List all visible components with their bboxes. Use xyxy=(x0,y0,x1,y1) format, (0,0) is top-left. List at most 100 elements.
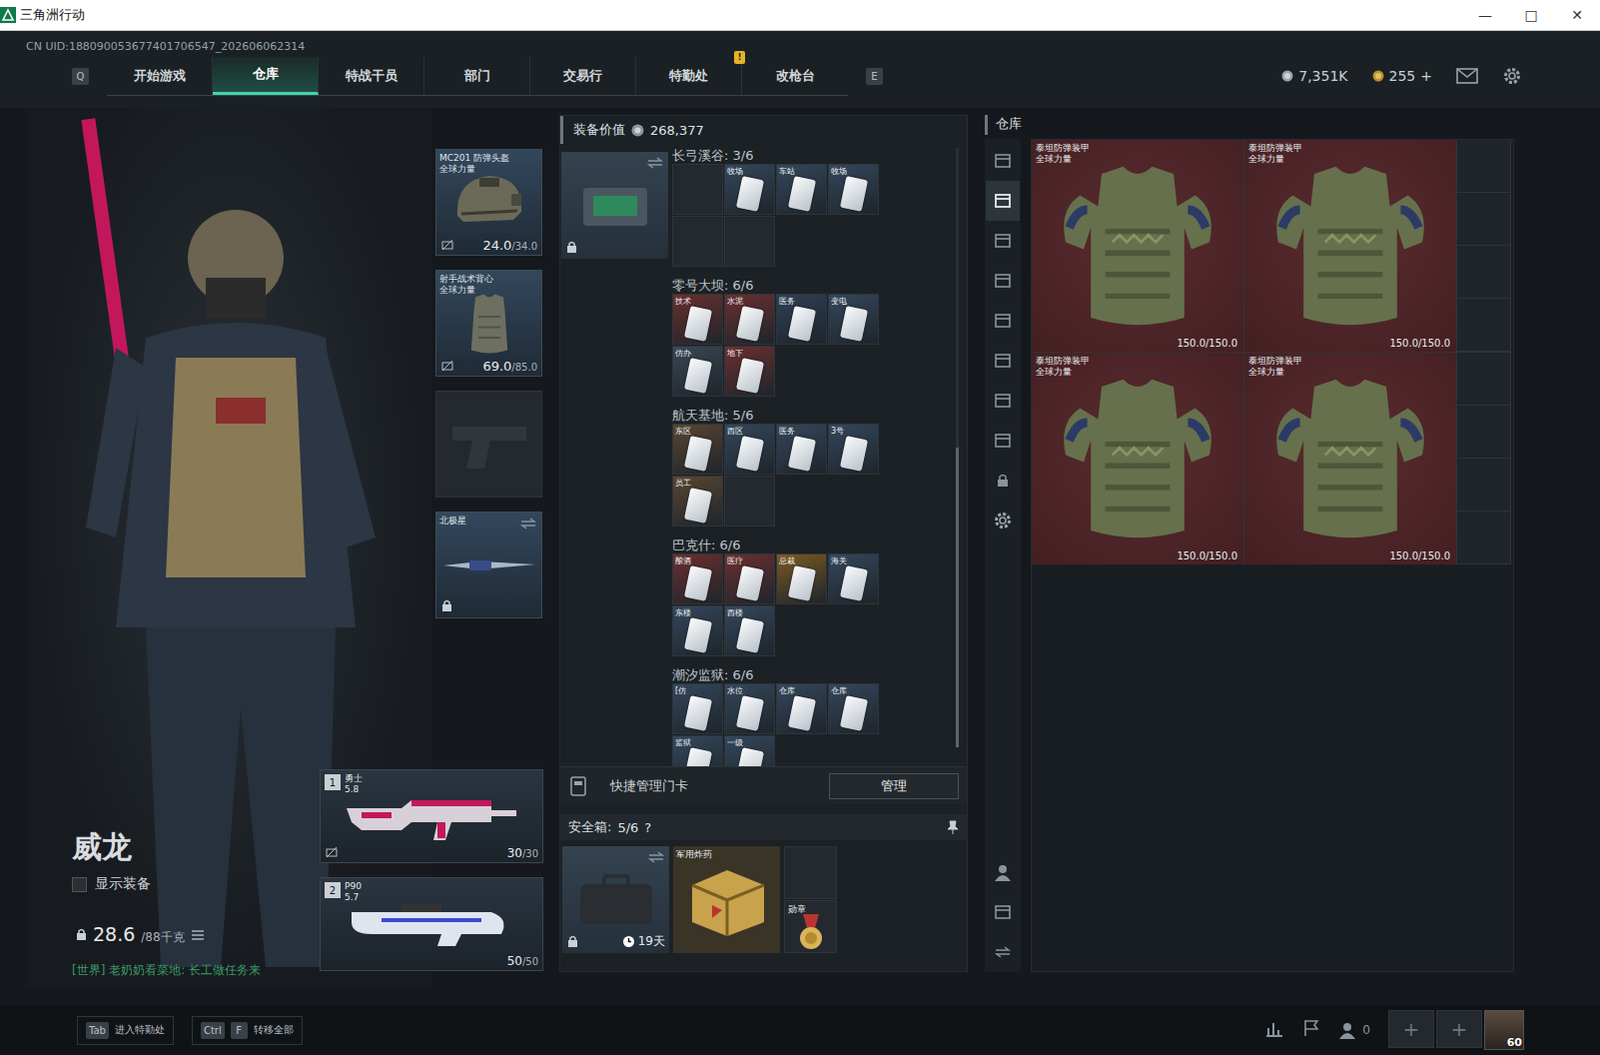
keycard[interactable]: 仿办 xyxy=(673,346,723,396)
keycard-slot[interactable]: 东楼 xyxy=(672,605,724,657)
keycard-slot[interactable]: 水位 xyxy=(724,683,776,735)
keycard-slot[interactable]: 技术 xyxy=(672,293,724,345)
keycard[interactable]: [仿 xyxy=(673,684,723,734)
keycard-case[interactable] xyxy=(561,151,669,259)
sort-button[interactable] xyxy=(985,931,1020,972)
gear-slot[interactable]: 北极星 xyxy=(435,511,543,619)
nav-tab[interactable]: 交易行 xyxy=(530,56,637,95)
warehouse-tab[interactable] xyxy=(985,140,1020,181)
keycard[interactable]: 技术 xyxy=(673,294,723,344)
warehouse-tab[interactable] xyxy=(985,180,1020,221)
keycard-slot[interactable] xyxy=(672,215,724,267)
nav-tab[interactable]: 特战干员 xyxy=(318,56,425,95)
warehouse-item[interactable]: 泰坦防弹装甲全球力量150.0/150.0 xyxy=(1244,139,1457,352)
warehouse-tab[interactable] xyxy=(985,380,1020,421)
keycard-slot[interactable]: 总裁 xyxy=(776,553,827,605)
keycard-slot[interactable]: 员工 xyxy=(672,475,724,527)
keycard-slot[interactable]: 一级 xyxy=(724,735,776,767)
warehouse-item[interactable]: 泰坦防弹装甲全球力量150.0/150.0 xyxy=(1031,139,1244,352)
warehouse-tab[interactable] xyxy=(985,420,1020,461)
scroll-thumb[interactable] xyxy=(955,447,959,748)
stats-button[interactable] xyxy=(1264,1018,1285,1041)
keycard[interactable]: 西楼 xyxy=(725,606,775,656)
keycard[interactable]: 西区 xyxy=(725,424,775,474)
keycard-slot[interactable] xyxy=(672,163,724,215)
keycard[interactable]: 医疗 xyxy=(725,554,775,604)
keycard[interactable]: 仓库 xyxy=(777,684,826,734)
keycard-slot[interactable]: 西楼 xyxy=(724,605,776,657)
keycard-slot[interactable]: 酿酒 xyxy=(672,553,724,605)
keycard[interactable]: 医务 xyxy=(777,424,826,474)
manage-button[interactable]: 管理 xyxy=(828,773,959,800)
keycard-slot[interactable]: 东区 xyxy=(672,423,724,475)
keycard[interactable]: 地下 xyxy=(725,346,775,396)
invite-slot[interactable]: + xyxy=(1436,1009,1483,1048)
keycard-slot[interactable]: 地下 xyxy=(724,345,776,397)
nav-tab[interactable]: 特勤处! xyxy=(636,56,743,95)
maximize-button[interactable]: □ xyxy=(1508,6,1555,23)
gear-icon[interactable] xyxy=(1502,65,1523,86)
show-equipment[interactable]: 显示装备 xyxy=(71,874,151,893)
nav-tab[interactable]: 仓库 xyxy=(212,56,319,95)
keycard-slot[interactable]: [仿 xyxy=(672,683,724,735)
gear-slot[interactable]: 射手战术背心全球力量69.0/85.0 xyxy=(435,269,543,377)
keycard-slot[interactable]: 医疗 xyxy=(724,553,776,605)
keycard-slot[interactable]: 仿办 xyxy=(672,345,724,397)
close-button[interactable]: ✕ xyxy=(1554,6,1600,23)
prev-tab-key[interactable]: Q xyxy=(71,67,89,85)
warehouse-item[interactable]: 泰坦防弹装甲全球力量150.0/150.0 xyxy=(1031,352,1244,565)
weapon-slot[interactable]: 1勇士5.830/30 xyxy=(319,769,544,863)
invite-slot[interactable]: + xyxy=(1388,1009,1435,1048)
keycard-slot[interactable]: 牧场 xyxy=(827,163,879,215)
keycard-slot[interactable] xyxy=(724,215,776,267)
keycard[interactable]: 员工 xyxy=(673,476,723,526)
friends-button[interactable]: 0 xyxy=(1338,1020,1371,1039)
gear-slot[interactable]: MC201 防弹头盔全球力量24.0/34.0 xyxy=(435,148,543,256)
warehouse-tab[interactable] xyxy=(985,340,1020,381)
keycard-slot[interactable]: 仓库 xyxy=(827,683,879,735)
mail-icon[interactable] xyxy=(1456,67,1479,84)
top-up-button[interactable]: + xyxy=(1420,67,1433,84)
keycard[interactable]: 总裁 xyxy=(777,554,826,604)
gear-slot[interactable] xyxy=(435,390,543,498)
keycard-slot[interactable]: 牧场 xyxy=(724,163,776,215)
warehouse-tab[interactable] xyxy=(985,220,1020,261)
keycard[interactable]: 东区 xyxy=(673,424,723,474)
lock-button[interactable] xyxy=(985,460,1020,501)
keycard-slot[interactable] xyxy=(724,475,776,527)
safe-case[interactable]: 19天 xyxy=(562,845,670,953)
key-hint[interactable]: Tab进入特勤处 xyxy=(76,1015,174,1045)
keycard-slot[interactable]: 3号 xyxy=(827,423,879,475)
keycard-slot[interactable]: 仓库 xyxy=(776,683,827,735)
keycard[interactable]: 牧场 xyxy=(725,164,775,214)
safe-item[interactable]: 军用炸药 xyxy=(673,845,781,953)
keycard-slot[interactable]: 医务 xyxy=(776,423,827,475)
keycard-slot[interactable]: 海关 xyxy=(827,553,879,605)
keycard[interactable]: 车站 xyxy=(777,164,826,214)
key-hint[interactable]: CtrlF转移全部 xyxy=(191,1015,303,1045)
keycard[interactable]: 变电 xyxy=(828,294,878,344)
next-tab-key[interactable]: E xyxy=(865,67,883,85)
layers-button[interactable] xyxy=(985,891,1020,932)
flag-button[interactable] xyxy=(1302,1018,1321,1041)
keycard[interactable]: 医务 xyxy=(777,294,826,344)
keycard[interactable]: 仓库 xyxy=(828,684,878,734)
keycard-slot[interactable]: 变电 xyxy=(827,293,879,345)
nav-tab[interactable]: 改枪台 xyxy=(742,56,848,95)
minimize-button[interactable]: — xyxy=(1462,6,1509,23)
keycard-slot[interactable]: 监狱 xyxy=(672,735,724,767)
keycard[interactable]: 牧场 xyxy=(828,164,878,214)
keycard[interactable]: 水泥 xyxy=(725,294,775,344)
warehouse-item[interactable]: 泰坦防弹装甲全球力量150.0/150.0 xyxy=(1244,352,1457,565)
keycard-slot[interactable]: 西区 xyxy=(724,423,776,475)
warehouse-tab[interactable] xyxy=(985,260,1020,301)
keycard-slot[interactable]: 车站 xyxy=(776,163,827,215)
keycard-slot[interactable]: 医务 xyxy=(776,293,827,345)
keycard[interactable]: 一级 xyxy=(725,736,775,767)
keycard[interactable]: 东楼 xyxy=(673,606,723,656)
player-avatar[interactable]: 60 xyxy=(1484,1009,1525,1050)
keycard[interactable]: 酿酒 xyxy=(673,554,723,604)
scrollbar[interactable] xyxy=(955,147,959,748)
keycard[interactable]: 海关 xyxy=(828,554,878,604)
nav-tab[interactable]: 开始游戏 xyxy=(106,56,213,95)
